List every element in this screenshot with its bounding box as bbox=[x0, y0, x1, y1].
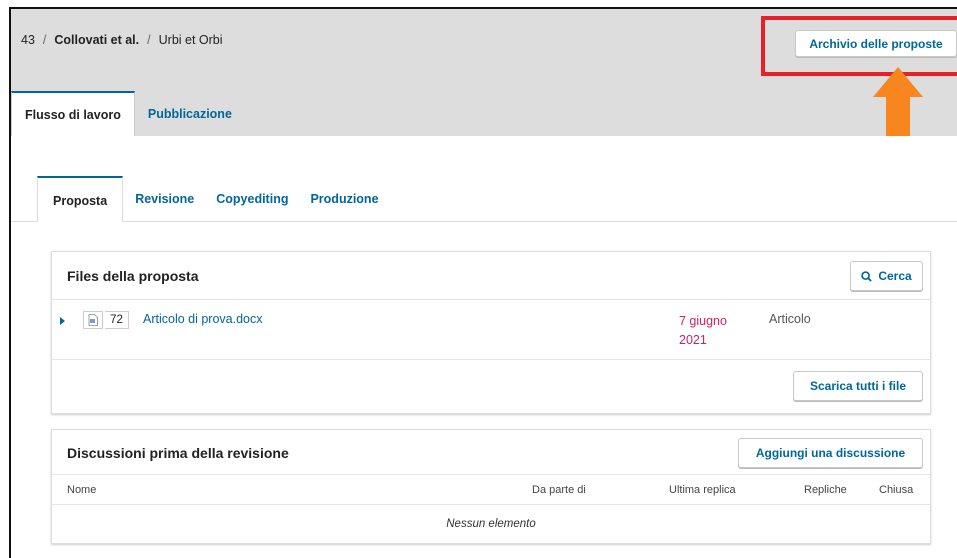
search-icon bbox=[861, 270, 873, 282]
main-tabs: Flusso di lavoro Pubblicazione bbox=[11, 89, 957, 137]
search-button[interactable]: Cerca bbox=[850, 261, 923, 291]
submission-id: 43 bbox=[21, 33, 35, 47]
column-header-last-reply[interactable]: Ultima replica bbox=[669, 484, 736, 496]
tab-production[interactable]: Produzione bbox=[300, 176, 388, 222]
tab-publication[interactable]: Pubblicazione bbox=[135, 91, 245, 137]
discussions-panel: Discussioni prima della revisione Aggiun… bbox=[51, 429, 931, 544]
tab-review[interactable]: Revisione bbox=[125, 176, 204, 222]
expand-arrow-icon[interactable] bbox=[60, 317, 65, 325]
breadcrumb-separator: / bbox=[147, 33, 151, 47]
submission-title: Urbi et Orbi bbox=[158, 33, 223, 47]
add-discussion-button[interactable]: Aggiungi una discussione bbox=[738, 438, 923, 468]
submission-files-panel: Files della proposta Cerca 72 Articolo d… bbox=[51, 251, 931, 414]
word-doc-icon bbox=[83, 311, 103, 329]
column-header-name[interactable]: Nome bbox=[67, 484, 96, 496]
download-all-files-button[interactable]: Scarica tutti i file bbox=[793, 371, 923, 401]
file-name-link[interactable]: Articolo di prova.docx bbox=[143, 312, 263, 326]
breadcrumb-separator: / bbox=[42, 33, 47, 47]
column-header-from[interactable]: Da parte di bbox=[532, 484, 586, 496]
panel-title: Discussioni prima della revisione bbox=[67, 445, 289, 461]
column-header-closed[interactable]: Chiusa bbox=[879, 484, 913, 496]
panel-footer: Scarica tutti i file bbox=[52, 360, 930, 413]
tab-submission[interactable]: Proposta bbox=[37, 176, 124, 223]
stage-content: Files della proposta Cerca 72 Articolo d… bbox=[11, 222, 957, 558]
highlight-annotation-box bbox=[761, 16, 957, 76]
submission-authors: Collovati et al. bbox=[54, 33, 140, 47]
tab-workflow[interactable]: Flusso di lavoro bbox=[11, 91, 135, 137]
tab-copyediting[interactable]: Copyediting bbox=[206, 176, 298, 222]
panel-title: Files della proposta bbox=[67, 268, 199, 284]
app-frame: 43 / Collovati et al. / Urbi et Orbi Arc… bbox=[9, 7, 957, 558]
empty-table-message: Nessun elemento bbox=[446, 517, 536, 530]
panel-header: Files della proposta Cerca bbox=[52, 252, 930, 300]
search-button-label: Cerca bbox=[878, 269, 912, 283]
column-header-replies[interactable]: Repliche bbox=[804, 484, 847, 496]
stage-tabs: Proposta Revisione Copyediting Produzion… bbox=[37, 176, 391, 223]
file-type: Articolo bbox=[769, 312, 811, 326]
file-id: 72 bbox=[105, 311, 129, 329]
header-bar: 43 / Collovati et al. / Urbi et Orbi Arc… bbox=[11, 9, 957, 89]
breadcrumb: 43 / Collovati et al. / Urbi et Orbi bbox=[21, 33, 223, 47]
stage-tabs-bar: Proposta Revisione Copyediting Produzion… bbox=[11, 136, 957, 223]
file-date: 7 giugno 2021 bbox=[679, 314, 727, 347]
table-header: Nome Da parte di Ultima replica Repliche… bbox=[52, 475, 930, 505]
file-row: 72 Articolo di prova.docx 7 giugno 2021 … bbox=[52, 300, 930, 360]
panel-header: Discussioni prima della revisione Aggiun… bbox=[52, 430, 930, 475]
workflow-content: Proposta Revisione Copyediting Produzion… bbox=[11, 136, 957, 558]
